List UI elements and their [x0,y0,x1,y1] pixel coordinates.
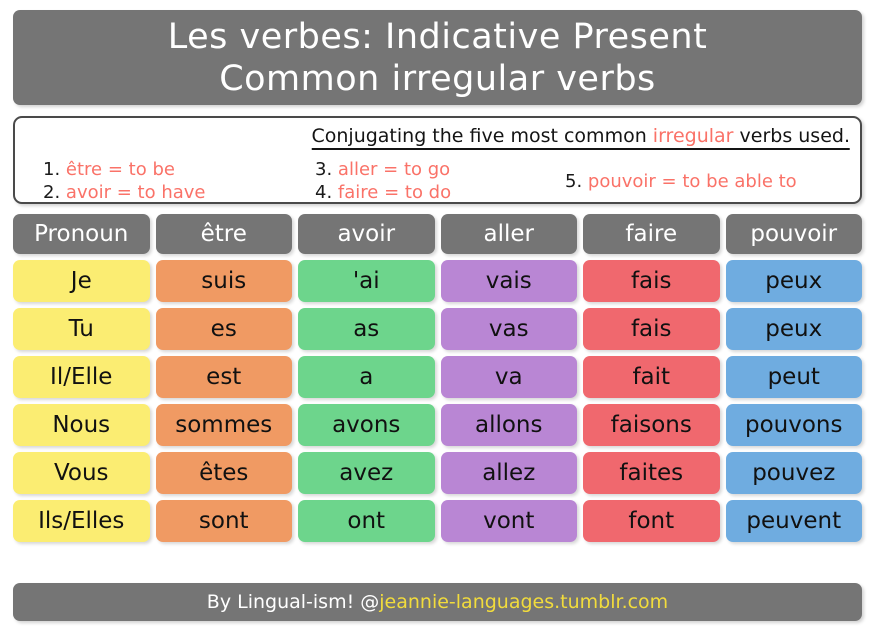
footer-credit: By Lingual-ism! @ [206,591,380,613]
legend-item-5: 5. pouvoir = to be able to [565,170,850,193]
title-banner: Les verbes: Indicative Present Common ir… [13,10,862,105]
legend-item-1-number: 1. [43,159,61,180]
conjugation-cell: font [583,500,720,542]
conjugation-cell: es [155,308,292,350]
poster-root: Les verbes: Indicative Present Common ir… [0,0,875,633]
table-header-cell-être: être [155,214,292,254]
table-header-cell-faire: faire [583,214,720,254]
legend-item-4-number: 4. [315,182,333,203]
pronoun-cell: Ils/Elles [13,500,150,542]
legend-heading: Conjugating the five most common irregul… [311,125,850,150]
legend-heading-before: Conjugating the five most common [311,125,653,147]
conjugation-cell: est [155,356,292,398]
legend-heading-after: verbs used. [733,125,850,147]
conjugation-cell: avons [298,404,435,446]
legend-item-3: 3. aller = to go [315,158,565,181]
table-row: Je suis'ai vais fais peux [13,260,862,302]
title-line-2: Common irregular verbs [219,58,656,99]
legend-heading-highlight: irregular [652,125,734,147]
title-line-1: Les verbes: Indicative Present [167,16,708,57]
table-row: Vous êtes avez allez faites pouvez [13,452,862,494]
conjugation-cell: pouvons [725,404,862,446]
conjugation-cell: peut [725,356,862,398]
pronoun-cell: Nous [13,404,150,446]
conjugation-cell: faites [583,452,720,494]
legend-items: 1. être = to be 2. avoir = to have 3. al… [25,158,850,204]
conjugation-cell: êtes [155,452,292,494]
legend-column-3: 5. pouvoir = to be able to [565,170,850,193]
footer-handle[interactable]: jeannie-languages.tumblr.com [379,591,668,613]
conjugation-cell: as [298,308,435,350]
conjugation-cell: vont [440,500,577,542]
table-header-cell-pouvoir: pouvoir [725,214,862,254]
pronoun-cell: Vous [13,452,150,494]
legend-item-4: 4. faire = to do [315,181,565,204]
legend-item-3-number: 3. [315,159,333,180]
footer-bar: By Lingual-ism! @ jeannie-languages.tumbl… [13,583,862,621]
legend-item-2-number: 2. [43,182,61,203]
conjugation-table: Pronoun être avoir aller faire pouvoir Je suis… [13,214,862,542]
conjugation-cell: fais [583,308,720,350]
conjugation-cell: va [440,356,577,398]
conjugation-cell: allez [440,452,577,494]
conjugation-cell: vais [440,260,577,302]
conjugation-cell: pouvez [725,452,862,494]
conjugation-cell: sont [155,500,292,542]
legend-item-1: 1. être = to be [43,158,315,181]
legend-box: Conjugating the five most common irregul… [13,116,862,204]
legend-item-2: 2. avoir = to have [43,181,315,204]
conjugation-cell: peux [725,260,862,302]
legend-item-2-text: avoir = to have [65,182,206,203]
table-row: Ils/Elles sont ont vont font peuvent [13,500,862,542]
conjugation-cell: ont [298,500,435,542]
legend-item-5-text: pouvoir = to be able to [587,170,797,192]
table-row: Tu es as vas fais peux [13,308,862,350]
conjugation-cell: avez [298,452,435,494]
conjugation-cell: faisons [583,404,720,446]
legend-item-3-text: aller = to go [337,159,451,180]
conjugation-cell: suis [155,260,292,302]
legend-item-4-text: faire = to do [337,182,452,203]
table-header-row: Pronoun être avoir aller faire pouvoir [13,214,862,254]
table-row: Il/Elle est a va fait peut [13,356,862,398]
legend-item-5-number: 5. [565,170,583,192]
table-row: Nous sommes avons allons faisons pouvons [13,404,862,446]
conjugation-cell: peux [725,308,862,350]
table-header-cell-pronoun: Pronoun [13,214,150,254]
conjugation-cell: fais [583,260,720,302]
legend-column-2: 3. aller = to go 4. faire = to do [315,158,565,204]
conjugation-cell: fait [583,356,720,398]
conjugation-cell: 'ai [298,260,435,302]
table-header-cell-avoir: avoir [298,214,435,254]
legend-column-1: 1. être = to be 2. avoir = to have [25,158,315,204]
pronoun-cell: Je [13,260,150,302]
pronoun-cell: Tu [13,308,150,350]
conjugation-cell: sommes [155,404,292,446]
conjugation-cell: vas [440,308,577,350]
legend-item-1-text: être = to be [65,159,175,180]
table-header-cell-aller: aller [440,214,577,254]
pronoun-cell: Il/Elle [13,356,150,398]
conjugation-cell: peuvent [725,500,862,542]
conjugation-cell: a [298,356,435,398]
conjugation-cell: allons [440,404,577,446]
